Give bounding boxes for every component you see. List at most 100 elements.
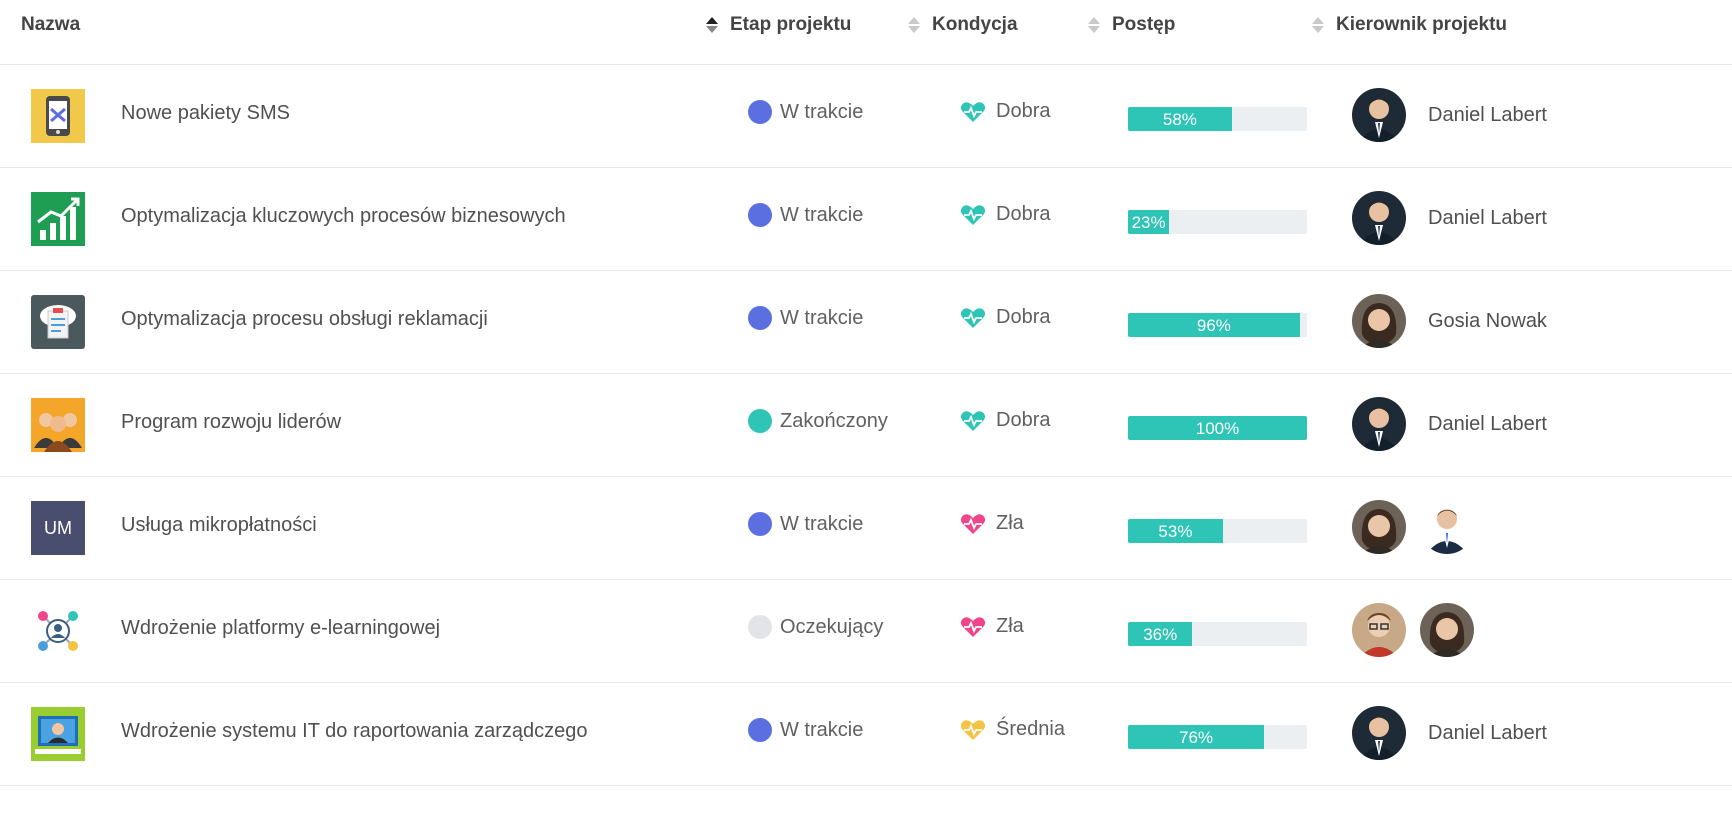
progress-fill: 96%: [1128, 313, 1300, 337]
column-header-manager[interactable]: Kierownik projektu: [1312, 14, 1507, 36]
column-header-name-label: Nazwa: [21, 14, 81, 35]
progress-label: 100%: [1195, 419, 1240, 438]
project-name[interactable]: Optymalizacja kluczowych procesów biznes…: [121, 205, 566, 228]
project-stage: W trakcie: [748, 100, 863, 124]
sort-asc-icon[interactable]: [706, 17, 718, 33]
avatar[interactable]: [1420, 500, 1474, 554]
avatar[interactable]: [1352, 603, 1406, 657]
project-name[interactable]: Wdrożenie systemu IT do raportowania zar…: [121, 720, 588, 743]
presenter-screen-icon: [31, 707, 85, 761]
project-name[interactable]: Nowe pakiety SMS: [121, 102, 290, 125]
heart-pulse-icon: [960, 616, 996, 638]
condition-label: Zła: [996, 615, 1024, 637]
progress-label: 36%: [1143, 625, 1178, 644]
progress-label: 53%: [1158, 522, 1193, 541]
project-stage: Zakończony: [748, 409, 888, 433]
table-row[interactable]: Wdrożenie platformy e-learningowej Oczeku…: [0, 579, 1732, 683]
progress-fill: 76%: [1128, 725, 1265, 749]
um-initials-icon: UM: [31, 501, 85, 555]
table-row[interactable]: UM Usługa mikropłatności W trakcie Zła 53%: [0, 476, 1732, 580]
table-row[interactable]: Wdrożenie systemu IT do raportowania zar…: [0, 682, 1732, 786]
sort-icon[interactable]: [1088, 17, 1100, 33]
column-header-manager-label: Kierownik projektu: [1336, 14, 1508, 35]
progress-label: 96%: [1196, 316, 1231, 335]
condition-label: Dobra: [996, 100, 1051, 122]
heart-pulse-icon: [960, 410, 996, 432]
manager-name[interactable]: Daniel Labert: [1428, 207, 1547, 230]
avatar[interactable]: [1352, 500, 1406, 554]
project-stage: Oczekujący: [748, 615, 883, 639]
avatar[interactable]: [1352, 88, 1406, 142]
project-condition: Zła: [960, 512, 1024, 535]
project-stage: W trakcie: [748, 512, 863, 536]
project-name[interactable]: Program rozwoju liderów: [121, 411, 341, 434]
project-name[interactable]: Wdrożenie platformy e-learningowej: [121, 617, 440, 640]
cloud-clipboard-icon: [31, 295, 85, 349]
condition-label: Zła: [996, 512, 1024, 534]
project-stage: W trakcie: [748, 718, 863, 742]
avatar[interactable]: [1352, 706, 1406, 760]
project-condition: Średnia: [960, 718, 1065, 741]
manager-name[interactable]: Gosia Nowak: [1428, 310, 1547, 333]
column-header-stage-label: Etap projektu: [730, 14, 852, 35]
project-managers: Daniel Labert: [1352, 706, 1547, 760]
progress-label: 58%: [1162, 110, 1197, 129]
progress-fill: 100%: [1128, 416, 1307, 440]
avatar[interactable]: [1420, 603, 1474, 657]
column-header-stage[interactable]: Etap projektu: [706, 14, 851, 36]
stage-label: W trakcie: [780, 306, 864, 329]
stage-dot-icon: [748, 100, 772, 124]
heart-pulse-icon: [960, 307, 996, 329]
avatar[interactable]: [1352, 294, 1406, 348]
column-header-progress-label: Postęp: [1112, 14, 1176, 35]
project-managers: [1352, 603, 1488, 657]
project-name[interactable]: Usługa mikropłatności: [121, 514, 317, 537]
heart-pulse-icon: [960, 204, 996, 226]
project-name[interactable]: Optymalizacja procesu obsługi reklamacji: [121, 308, 488, 331]
progress-label: 23%: [1131, 213, 1166, 232]
manager-name[interactable]: Daniel Labert: [1428, 413, 1547, 436]
stage-label: Oczekujący: [780, 615, 884, 638]
stage-label: W trakcie: [780, 718, 864, 741]
stage-label: W trakcie: [780, 512, 864, 535]
manager-name[interactable]: Daniel Labert: [1428, 104, 1547, 127]
project-condition: Dobra: [960, 203, 1050, 226]
table-row[interactable]: Program rozwoju liderów Zakończony Dobra 10…: [0, 373, 1732, 477]
avatar[interactable]: [1352, 191, 1406, 245]
stage-dot-icon: [748, 409, 772, 433]
column-header-condition-label: Kondycja: [932, 14, 1018, 35]
progress-bar: 100%: [1128, 416, 1307, 440]
column-header-condition[interactable]: Kondycja: [908, 14, 1018, 36]
stage-dot-icon: [748, 512, 772, 536]
stage-dot-icon: [748, 718, 772, 742]
sort-icon[interactable]: [908, 17, 920, 33]
project-managers: Daniel Labert: [1352, 191, 1547, 245]
um-initials-icon: UM: [31, 501, 85, 555]
project-stage: W trakcie: [748, 203, 863, 227]
progress-label: 76%: [1179, 728, 1214, 747]
stage-dot-icon: [748, 306, 772, 330]
column-header-name[interactable]: Nazwa: [21, 14, 80, 36]
avatar[interactable]: [1352, 397, 1406, 451]
project-condition: Dobra: [960, 409, 1050, 432]
project-managers: Daniel Labert: [1352, 88, 1547, 142]
sort-icon[interactable]: [1312, 17, 1324, 33]
condition-label: Dobra: [996, 306, 1051, 328]
stage-label: Zakończony: [780, 409, 888, 432]
progress-fill: 23%: [1128, 210, 1170, 234]
column-header-progress[interactable]: Postęp: [1088, 14, 1175, 36]
table-row[interactable]: Optymalizacja kluczowych procesów biznes…: [0, 167, 1732, 271]
condition-label: Dobra: [996, 409, 1051, 431]
heart-pulse-icon: [960, 719, 996, 741]
table-row[interactable]: Optymalizacja procesu obsługi reklamacji…: [0, 270, 1732, 374]
project-condition: Dobra: [960, 100, 1050, 123]
stage-label: W trakcie: [780, 100, 864, 123]
growth-chart-icon: [31, 192, 85, 246]
progress-fill: 58%: [1128, 107, 1232, 131]
project-condition: Zła: [960, 615, 1024, 638]
manager-name[interactable]: Daniel Labert: [1428, 722, 1547, 745]
progress-bar: 76%: [1128, 725, 1307, 749]
table-row[interactable]: Nowe pakiety SMS W trakcie Dobra 58% Daniel …: [0, 64, 1732, 168]
project-managers: Gosia Nowak: [1352, 294, 1547, 348]
stage-dot-icon: [748, 615, 772, 639]
